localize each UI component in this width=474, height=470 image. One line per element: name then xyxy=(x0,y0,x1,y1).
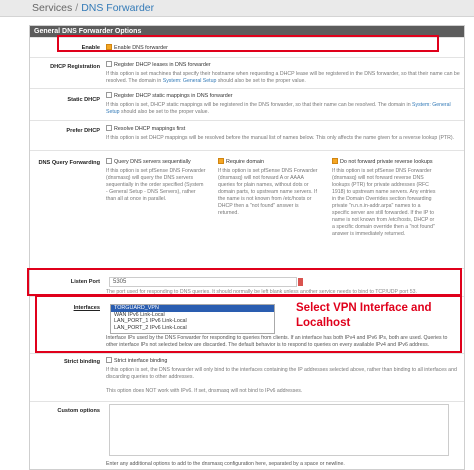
prefer-dhcp-help: If this option is set DHCP mappings will… xyxy=(106,135,455,142)
breadcrumb-section[interactable]: Services xyxy=(32,2,72,14)
strict-binding-option: Strict interface binding xyxy=(114,358,168,364)
custom-options-label: Custom options xyxy=(57,408,100,414)
no-private-reverse-help: If this option is set pfSense DNS Forwar… xyxy=(332,168,436,237)
static-dhcp-checkbox[interactable] xyxy=(106,92,112,98)
dns-forwarder-panel: General DNS Forwarder Options Enable Ena… xyxy=(29,25,465,470)
query-sequential-help: If this option is set pfSense DNS Forwar… xyxy=(106,168,206,202)
static-dhcp-option: Register DHCP static mappings in DNS for… xyxy=(114,93,233,99)
static-dhcp-label: Static DHCP xyxy=(67,97,100,103)
page-titlebar: Services / DNS Forwarder xyxy=(0,0,474,17)
dns-query-forwarding-label: DNS Query Forwarding xyxy=(38,160,100,166)
query-sequential-option: Query DNS servers sequentially xyxy=(114,159,191,165)
dhcp-registration-option: Register DHCP leases in DNS forwarder xyxy=(114,62,211,68)
row-prefer-dhcp: Prefer DHCP Resolve DHCP mappings first … xyxy=(30,120,464,150)
prefer-dhcp-checkbox[interactable] xyxy=(106,125,112,131)
row-strict-binding: Strict binding Strict interface binding … xyxy=(30,353,464,401)
strict-binding-help: If this option is set, the DNS forwarder… xyxy=(106,367,457,381)
row-static-dhcp: Static DHCP Register DHCP static mapping… xyxy=(30,88,464,120)
query-sequential-checkbox[interactable] xyxy=(106,158,112,164)
general-setup-link[interactable]: System: General Setup xyxy=(163,78,217,84)
row-dns-query-forwarding: DNS Query Forwarding Query DNS servers s… xyxy=(30,150,464,268)
static-dhcp-help: If this option is set, DHCP static mappi… xyxy=(106,102,451,116)
prefer-dhcp-label: Prefer DHCP xyxy=(66,128,100,134)
breadcrumb-separator: / xyxy=(75,2,79,14)
annotation-box-listen-port xyxy=(27,268,462,296)
no-private-reverse-checkbox[interactable] xyxy=(332,158,338,164)
custom-options-textarea[interactable] xyxy=(109,404,449,456)
annotation-box-enable xyxy=(57,35,439,52)
strict-binding-checkbox[interactable] xyxy=(106,357,112,363)
custom-options-help: Enter any additional options to add to t… xyxy=(106,461,345,467)
annotation-callout: Select VPN Interface and Localhost xyxy=(296,302,432,329)
strict-binding-help-2: This option does NOT work with IPv6. If … xyxy=(106,387,303,394)
prefer-dhcp-option: Resolve DHCP mappings first xyxy=(114,126,186,132)
breadcrumb: Services / DNS Forwarder xyxy=(32,2,154,14)
breadcrumb-page[interactable]: DNS Forwarder xyxy=(81,2,154,14)
dhcp-registration-checkbox[interactable] xyxy=(106,61,112,67)
require-domain-checkbox[interactable] xyxy=(218,158,224,164)
require-domain-option: Require domain xyxy=(226,159,265,165)
dhcp-registration-help: If this option is set machines that spec… xyxy=(106,71,460,85)
row-dhcp-registration: DHCP Registration Register DHCP leases i… xyxy=(30,57,464,88)
require-domain-help: If this option is set pfSense DNS Forwar… xyxy=(218,168,318,216)
strict-binding-label: Strict binding xyxy=(63,359,100,365)
row-custom-options: Custom options Enter any additional opti… xyxy=(30,401,464,469)
dhcp-registration-label: DHCP Registration xyxy=(50,64,100,70)
no-private-reverse-option: Do not forward private reverse lookups xyxy=(340,159,433,165)
